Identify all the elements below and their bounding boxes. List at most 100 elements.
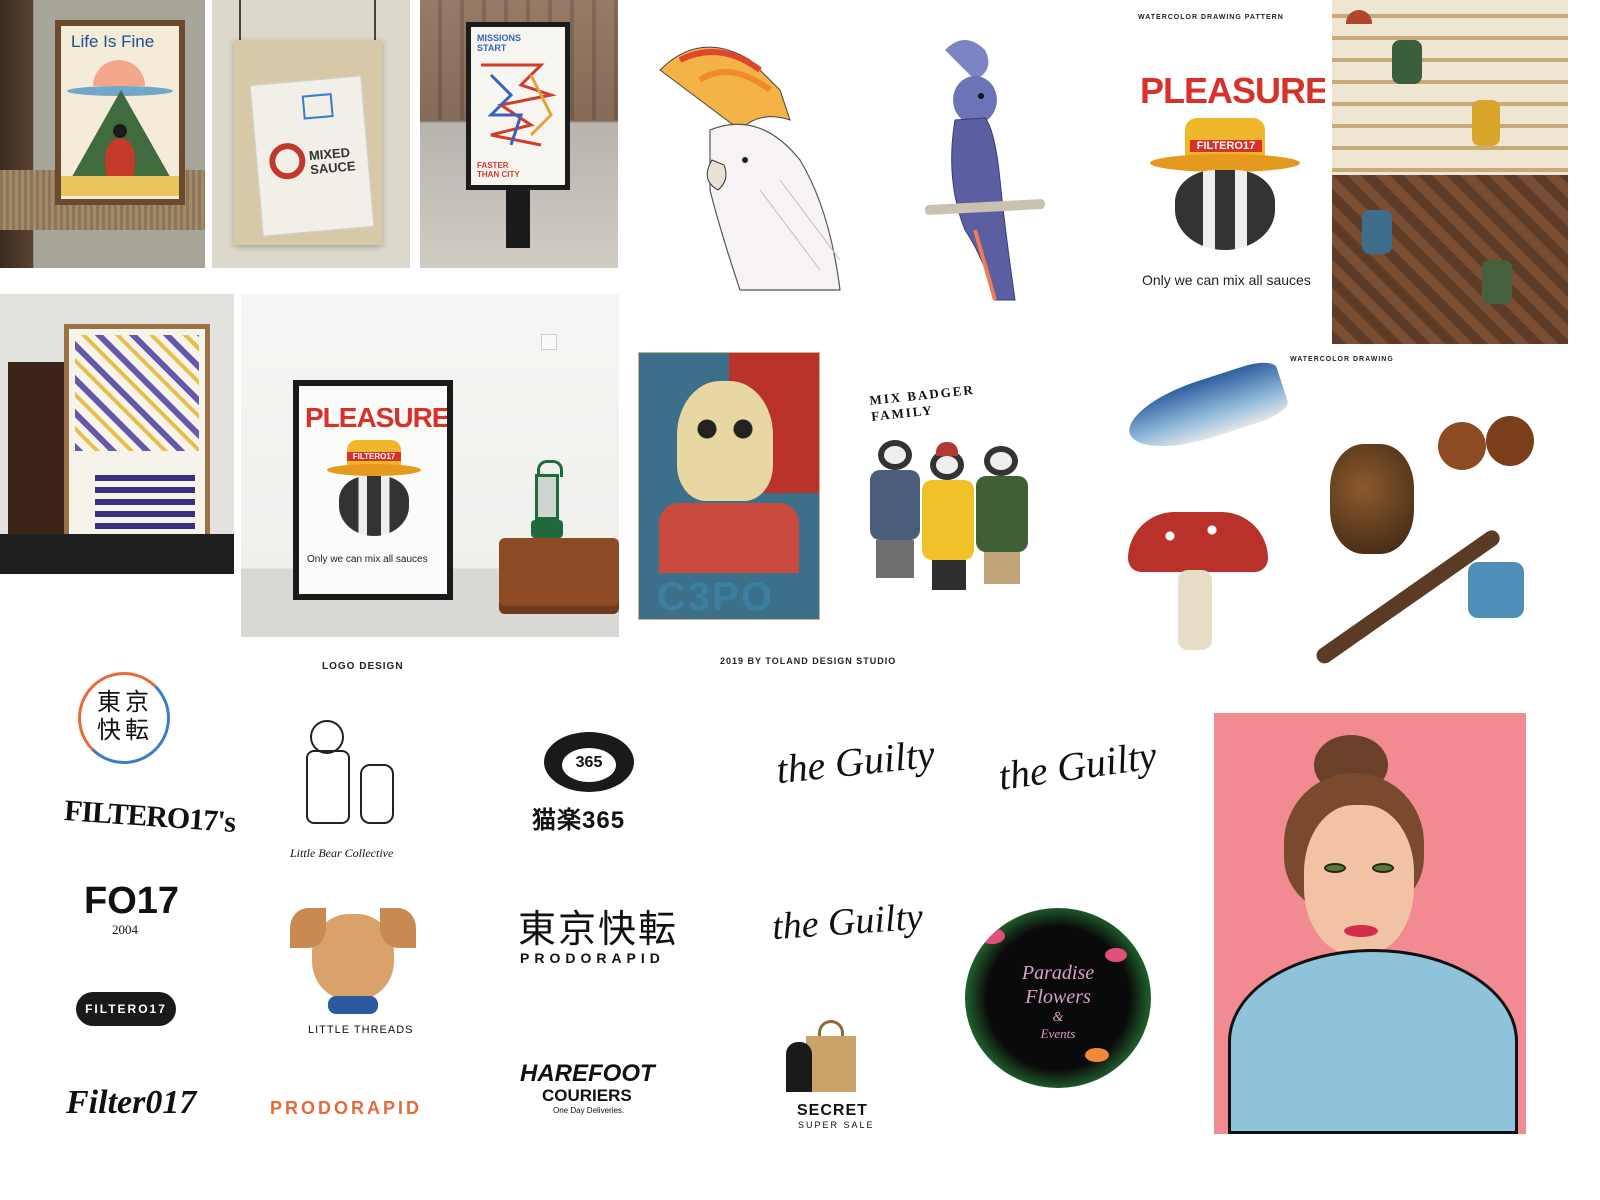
badger-face-small — [1175, 170, 1275, 250]
badger-family-illustration[interactable]: MIX BADGER FAMILY — [840, 370, 1040, 620]
pattern-figure-b — [1472, 100, 1500, 146]
mixed-sauce-label: MIXED SAUCE — [308, 144, 357, 178]
badger-green-jacket — [976, 446, 1028, 586]
c3po-body — [659, 503, 799, 573]
the-guilty-logo-3[interactable]: the Guilty — [996, 731, 1160, 800]
life-is-fine-photo[interactable]: Life Is Fine — [0, 0, 205, 268]
missions-start-text: MISSIONS START — [477, 33, 522, 53]
prodorapid-color-logo[interactable]: PRODORAPID — [270, 1098, 422, 1119]
paradise-line-2: Flowers — [1025, 986, 1091, 1008]
badger-family-title: MIX BADGER FAMILY — [868, 381, 976, 424]
c3po-eyes — [689, 417, 761, 441]
billboard-body: MISSIONS START FASTER THAN CITY — [466, 22, 570, 190]
poster-yellow-band — [61, 176, 179, 196]
couriers-text: COURIERS — [542, 1086, 632, 1105]
little-bear-illustration — [300, 720, 400, 840]
pattern-mushroom-a — [1346, 10, 1372, 24]
binder-clip-left — [239, 0, 241, 44]
watercolor-drawing-caption: WATERCOLOR DRAWING — [1290, 356, 1394, 363]
route-drawing — [481, 63, 557, 147]
paper-sheet: MIXED SAUCE — [234, 40, 382, 245]
figure-head — [113, 124, 127, 138]
pleasure-tagline-small: Only we can mix all sauces — [1142, 272, 1311, 288]
mushroom-stem — [1178, 570, 1212, 650]
cn-365-logo[interactable]: 猫楽365 — [532, 800, 625, 835]
lips — [1344, 925, 1378, 937]
fo17-logo[interactable]: FO17 — [84, 880, 179, 923]
chair-seat-black — [0, 534, 234, 574]
filter017-pill-logo[interactable]: FILTERO17 — [76, 992, 176, 1026]
badge-365-number: 365 — [575, 754, 603, 771]
woman-portrait-illustration[interactable] — [1214, 713, 1526, 1134]
pattern-figure-c — [1362, 210, 1392, 254]
watercolor-pattern-caption: WATERCOLOR DRAWING PATTERN — [1138, 14, 1284, 21]
pattern-brown-half — [1332, 175, 1568, 344]
prodorapid-cn-logo[interactable]: 東京快転 — [518, 898, 678, 953]
studio-credit-caption: 2019 BY TOLAND DESIGN STUDIO — [720, 656, 897, 666]
little-bear-logo-text[interactable]: Little Bear Collective — [290, 846, 393, 861]
eye-right — [1372, 863, 1394, 873]
paradise-line-3: & — [1052, 1010, 1064, 1025]
fo17-year: 2004 — [112, 922, 138, 937]
harefoot-logo[interactable]: HAREFOOT — [520, 1060, 655, 1088]
cockatoo-drawing — [659, 46, 841, 291]
tokyo-circle-text: 東京快転 — [97, 689, 153, 744]
pleasure-tagline-framed: Only we can mix all sauces — [307, 554, 428, 565]
branch-and-pot — [1313, 527, 1538, 682]
paradise-flowers-logo[interactable]: Paradise Flowers & Events — [965, 908, 1151, 1088]
the-guilty-logo-1[interactable]: the Guilty — [774, 730, 937, 793]
poster-frame: Life Is Fine — [55, 20, 185, 205]
eye-left — [1324, 863, 1346, 873]
pattern-figure-a — [1392, 40, 1422, 84]
badger-scout — [870, 440, 920, 580]
watercolor-drawing-collection[interactable]: WATERCOLOR DRAWING — [1118, 352, 1558, 682]
missions-start-photo[interactable]: MISSIONS START FASTER THAN CITY — [420, 0, 618, 268]
wall-socket — [541, 334, 557, 350]
pleasure-poster-small[interactable]: WATERCOLOR DRAWING PATTERN PLEASURE! FIL… — [1130, 10, 1325, 310]
badge-365-logo[interactable]: 365 — [544, 726, 634, 792]
ranger-hat-small: FILTERO17 — [1150, 118, 1300, 174]
fishing-lure — [1120, 356, 1292, 462]
mixed-sauce-photo[interactable]: MIXED SAUCE — [212, 0, 410, 268]
denim-jacket — [1228, 949, 1518, 1134]
black-cockatoo-drawing — [925, 40, 1045, 301]
dog-portrait — [290, 908, 416, 1018]
calendar-grid — [95, 469, 195, 529]
prodorapid-bw-logo: PRODORAPID — [520, 950, 665, 966]
pleasure-room-photo[interactable]: PLEASURE! FILTERO17 Only we can mix all … — [241, 294, 619, 637]
pattern-figure-d — [1482, 260, 1512, 304]
framed-pleasure-poster: PLEASURE! FILTERO17 Only we can mix all … — [293, 380, 453, 600]
calendar-poster-photo[interactable] — [0, 294, 234, 574]
lantern — [531, 460, 563, 540]
calendar-illustrations — [75, 335, 199, 451]
c3po-head — [677, 381, 773, 501]
little-threads-logo[interactable]: LITTLE THREADS — [308, 1024, 414, 1036]
paradise-line-4: Events — [1040, 1026, 1076, 1041]
billboard-post — [506, 190, 530, 248]
cockatoo-sketch[interactable] — [640, 30, 870, 300]
red-mushroom — [1128, 512, 1268, 572]
badger-face-framed — [339, 476, 409, 536]
pleasure-headline-framed: PLEASURE! — [305, 402, 447, 433]
hat-band-text-small: FILTERO17 — [1190, 140, 1262, 152]
blue-box-mark — [301, 93, 334, 120]
shopping-bag-icon — [786, 1020, 856, 1092]
tokyo-circle-logo[interactable]: 東京快転 — [78, 672, 170, 764]
hat-band-text-framed: FILTERO17 — [347, 452, 401, 461]
c3po-poster[interactable]: C3PO — [638, 352, 820, 620]
the-guilty-logo-2[interactable]: the Guilty — [771, 895, 925, 949]
calendar-frame — [64, 324, 210, 546]
secret-text[interactable]: SECRET — [797, 1102, 868, 1120]
black-cockatoo-sketch[interactable] — [905, 30, 1045, 310]
c3po-label: C3PO — [657, 575, 774, 619]
filter017-script-logo[interactable]: Filter017 — [66, 1084, 196, 1122]
figure-red — [105, 138, 135, 178]
watercolor-pattern-tile[interactable] — [1332, 0, 1568, 344]
paradise-line-1: Paradise — [1021, 962, 1095, 984]
poster-title: Life Is Fine — [71, 32, 155, 51]
filter017s-logo[interactable]: FILTERO17's — [63, 794, 236, 840]
suitcase — [499, 538, 619, 614]
acorns — [1438, 412, 1538, 472]
red-circle-mark — [267, 141, 307, 181]
pleasure-headline-small: PLEASURE! — [1140, 70, 1325, 111]
